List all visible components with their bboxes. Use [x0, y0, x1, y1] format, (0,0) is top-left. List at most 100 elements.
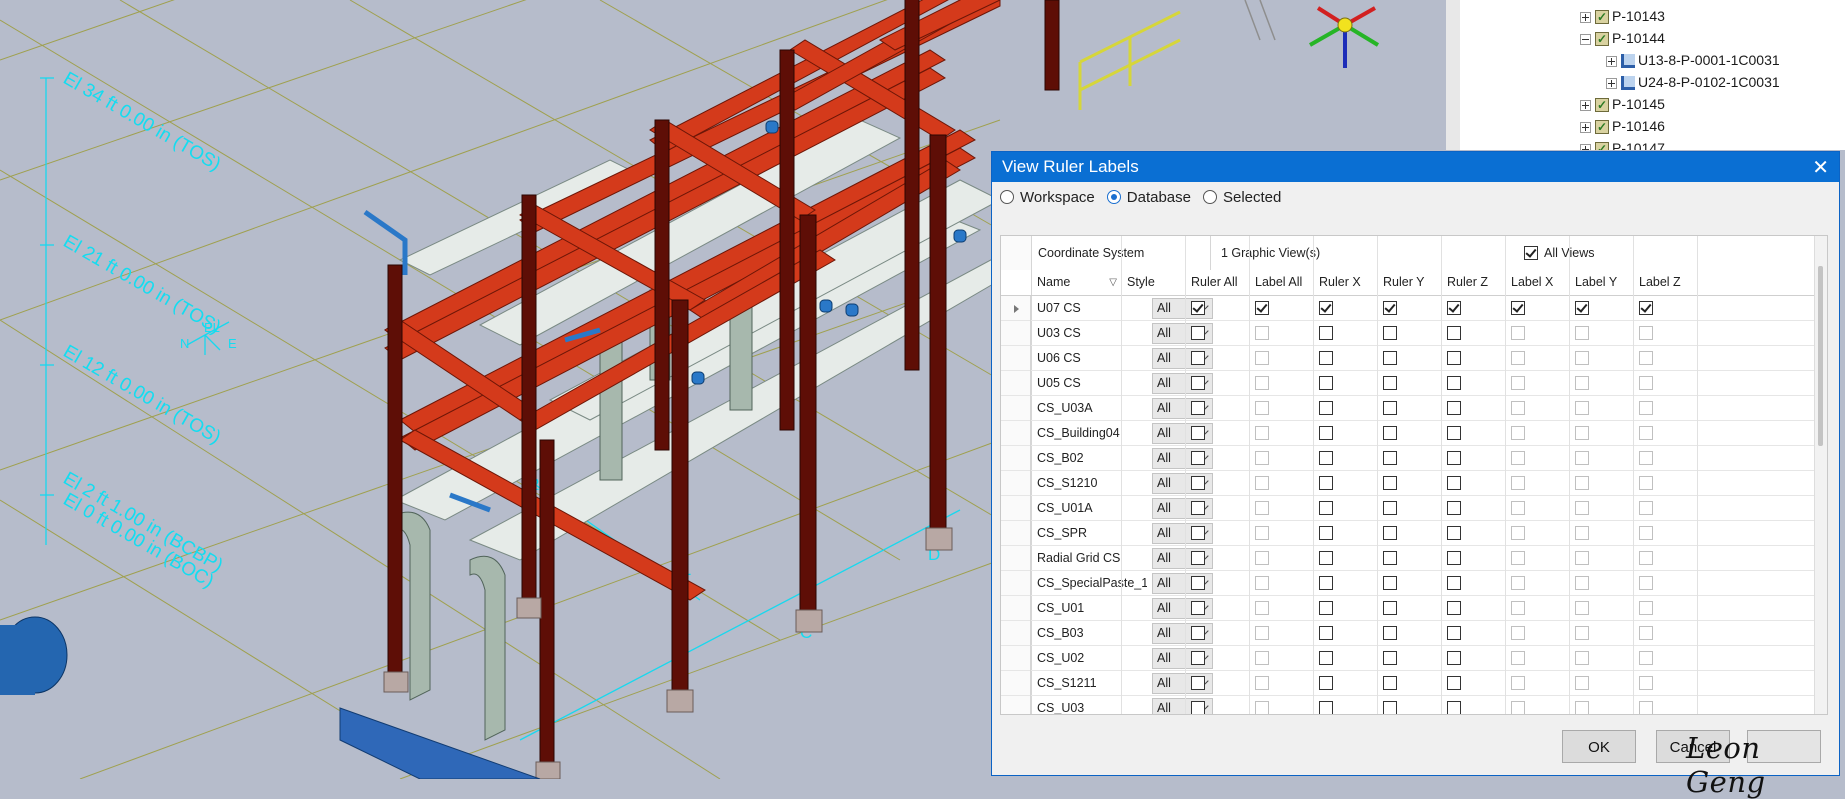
checkbox-label-y[interactable] — [1575, 426, 1589, 440]
row-selector[interactable] — [1001, 696, 1031, 714]
checkbox-ruler-y[interactable] — [1383, 476, 1397, 490]
checkbox-label-z[interactable] — [1639, 376, 1653, 390]
column-header-label-z[interactable]: Label Z — [1633, 270, 1697, 295]
checkbox-ruler-z[interactable] — [1447, 701, 1461, 714]
checkbox-ruler-z[interactable] — [1447, 651, 1461, 665]
checkbox-label-z[interactable] — [1639, 626, 1653, 640]
checkbox-label-z[interactable] — [1639, 576, 1653, 590]
column-header-name[interactable]: Name ▽ — [1031, 270, 1121, 295]
checkbox-label-x[interactable] — [1511, 326, 1525, 340]
checkbox-ruler-y[interactable] — [1383, 401, 1397, 415]
checkbox-ruler-all[interactable] — [1191, 526, 1205, 540]
checkbox-ruler-all[interactable] — [1191, 301, 1205, 315]
checkbox-ruler-y[interactable] — [1383, 676, 1397, 690]
checkbox-ruler-x[interactable] — [1319, 601, 1333, 615]
checkbox-label-z[interactable] — [1639, 501, 1653, 515]
checkbox-ruler-all[interactable] — [1191, 376, 1205, 390]
tree-item[interactable]: P-10147 — [1580, 138, 1665, 150]
checkbox-ruler-y[interactable] — [1383, 301, 1397, 315]
checkbox-label-all[interactable] — [1255, 326, 1269, 340]
table-row[interactable]: CS_U03 All — [1001, 696, 1827, 714]
checkbox-ruler-z[interactable] — [1447, 676, 1461, 690]
checkbox-label-x[interactable] — [1511, 526, 1525, 540]
row-selector[interactable] — [1001, 646, 1031, 671]
tree-item[interactable]: U13-8-P-0001-1C0031 — [1606, 50, 1780, 70]
checkbox-label-z[interactable] — [1639, 551, 1653, 565]
checkbox-ruler-x[interactable] — [1319, 651, 1333, 665]
tree-item[interactable]: U24-8-P-0102-1C0031 — [1606, 72, 1780, 92]
checkbox-ruler-all[interactable] — [1191, 326, 1205, 340]
checkbox-ruler-x[interactable] — [1319, 701, 1333, 714]
checkbox-label-y[interactable] — [1575, 351, 1589, 365]
checkbox-ruler-x[interactable] — [1319, 426, 1333, 440]
tree-item[interactable]: P-10144 — [1580, 28, 1665, 49]
expand-icon[interactable] — [1580, 121, 1591, 133]
column-header-label-x[interactable]: Label X — [1505, 270, 1569, 295]
checkbox-label-all[interactable] — [1255, 401, 1269, 415]
checkbox-ruler-z[interactable] — [1447, 576, 1461, 590]
checkbox-ruler-all[interactable] — [1191, 351, 1205, 365]
checkbox-ruler-z[interactable] — [1447, 426, 1461, 440]
checkbox-label-all[interactable] — [1255, 376, 1269, 390]
column-header-ruler-z[interactable]: Ruler Z — [1441, 270, 1505, 295]
checkbox-ruler-all[interactable] — [1191, 626, 1205, 640]
checkbox-label-all[interactable] — [1255, 651, 1269, 665]
table-row[interactable]: CS_U02 All — [1001, 646, 1827, 671]
checkbox-label-x[interactable] — [1511, 651, 1525, 665]
checkbox-label-x[interactable] — [1511, 451, 1525, 465]
checkbox-ruler-all[interactable] — [1191, 451, 1205, 465]
checkbox-label-all[interactable] — [1255, 351, 1269, 365]
checkbox-label-all[interactable] — [1255, 551, 1269, 565]
checkbox-label-z[interactable] — [1639, 351, 1653, 365]
row-selector[interactable] — [1001, 546, 1031, 571]
table-row[interactable]: CS_SPR All — [1001, 521, 1827, 546]
checkbox-ruler-all[interactable] — [1191, 501, 1205, 515]
checkbox-label-x[interactable] — [1511, 426, 1525, 440]
checkbox-label-y[interactable] — [1575, 551, 1589, 565]
checkbox-label-z[interactable] — [1639, 701, 1653, 714]
checkbox-ruler-all[interactable] — [1191, 701, 1205, 714]
row-selector[interactable] — [1001, 571, 1031, 596]
checkbox-ruler-x[interactable] — [1319, 301, 1333, 315]
checkbox-label-y[interactable] — [1575, 451, 1589, 465]
row-selector[interactable] — [1001, 446, 1031, 471]
checkbox-ruler-all[interactable] — [1191, 426, 1205, 440]
checkbox-ruler-x[interactable] — [1319, 351, 1333, 365]
checkbox-label-y[interactable] — [1575, 626, 1589, 640]
checkbox-label-x[interactable] — [1511, 701, 1525, 714]
checkbox-ruler-all[interactable] — [1191, 601, 1205, 615]
checkbox-ruler-y[interactable] — [1383, 701, 1397, 714]
checkbox-ruler-z[interactable] — [1447, 601, 1461, 615]
column-header-label-all[interactable]: Label All — [1249, 270, 1313, 295]
checkbox-ruler-x[interactable] — [1319, 576, 1333, 590]
checkbox-label-y[interactable] — [1575, 651, 1589, 665]
dialog-titlebar[interactable]: View Ruler Labels ✕ — [992, 152, 1839, 182]
checkbox-ruler-z[interactable] — [1447, 501, 1461, 515]
checkbox-label-z[interactable] — [1639, 401, 1653, 415]
checkbox-label-z[interactable] — [1639, 326, 1653, 340]
checkbox-ruler-y[interactable] — [1383, 351, 1397, 365]
checkbox-ruler-y[interactable] — [1383, 426, 1397, 440]
expand-icon[interactable] — [1580, 11, 1591, 23]
checkbox-label-x[interactable] — [1511, 626, 1525, 640]
table-row[interactable]: CS_U01A All — [1001, 496, 1827, 521]
row-selector[interactable] — [1001, 321, 1031, 346]
checkbox-label-y[interactable] — [1575, 326, 1589, 340]
checkbox-label-all[interactable] — [1255, 451, 1269, 465]
ok-button[interactable]: OK — [1562, 730, 1636, 763]
checkbox-label-y[interactable] — [1575, 376, 1589, 390]
checkbox-ruler-x[interactable] — [1319, 326, 1333, 340]
checkbox-ruler-y[interactable] — [1383, 626, 1397, 640]
all-views-check-icon[interactable] — [1524, 246, 1538, 260]
row-selector[interactable] — [1001, 371, 1031, 396]
column-header-ruler-x[interactable]: Ruler X — [1313, 270, 1377, 295]
vertical-scrollbar[interactable] — [1814, 236, 1827, 714]
tree-item[interactable]: P-10146 — [1580, 116, 1665, 137]
table-row[interactable]: CS_SpecialPaste_1 All — [1001, 571, 1827, 596]
checkbox-ruler-z[interactable] — [1447, 376, 1461, 390]
table-row[interactable]: U05 CS All — [1001, 371, 1827, 396]
radio-selected[interactable]: Selected — [1202, 189, 1281, 206]
row-selector[interactable] — [1001, 496, 1031, 521]
checkbox-ruler-x[interactable] — [1319, 451, 1333, 465]
checkbox-label-y[interactable] — [1575, 601, 1589, 615]
